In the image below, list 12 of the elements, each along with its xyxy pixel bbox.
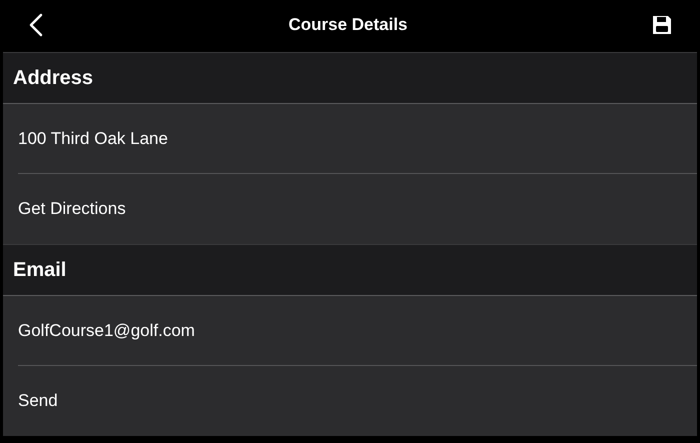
screen-title: Course Details (288, 14, 408, 36)
row-label: Get Directions (18, 198, 126, 220)
section-title: Email (13, 258, 66, 283)
row-label: 100 Third Oak Lane (18, 128, 168, 150)
list-row[interactable]: GolfCourse1@golf.com (3, 296, 697, 366)
list-row[interactable]: Get Directions (3, 174, 697, 244)
section-title: Address (13, 66, 94, 91)
back-icon (29, 13, 43, 37)
list-row[interactable]: 100 Third Oak Lane (3, 104, 697, 174)
row-label: GolfCourse1@golf.com (18, 320, 195, 342)
row-label: Send (18, 390, 58, 412)
list-row[interactable]: Send (3, 366, 697, 436)
